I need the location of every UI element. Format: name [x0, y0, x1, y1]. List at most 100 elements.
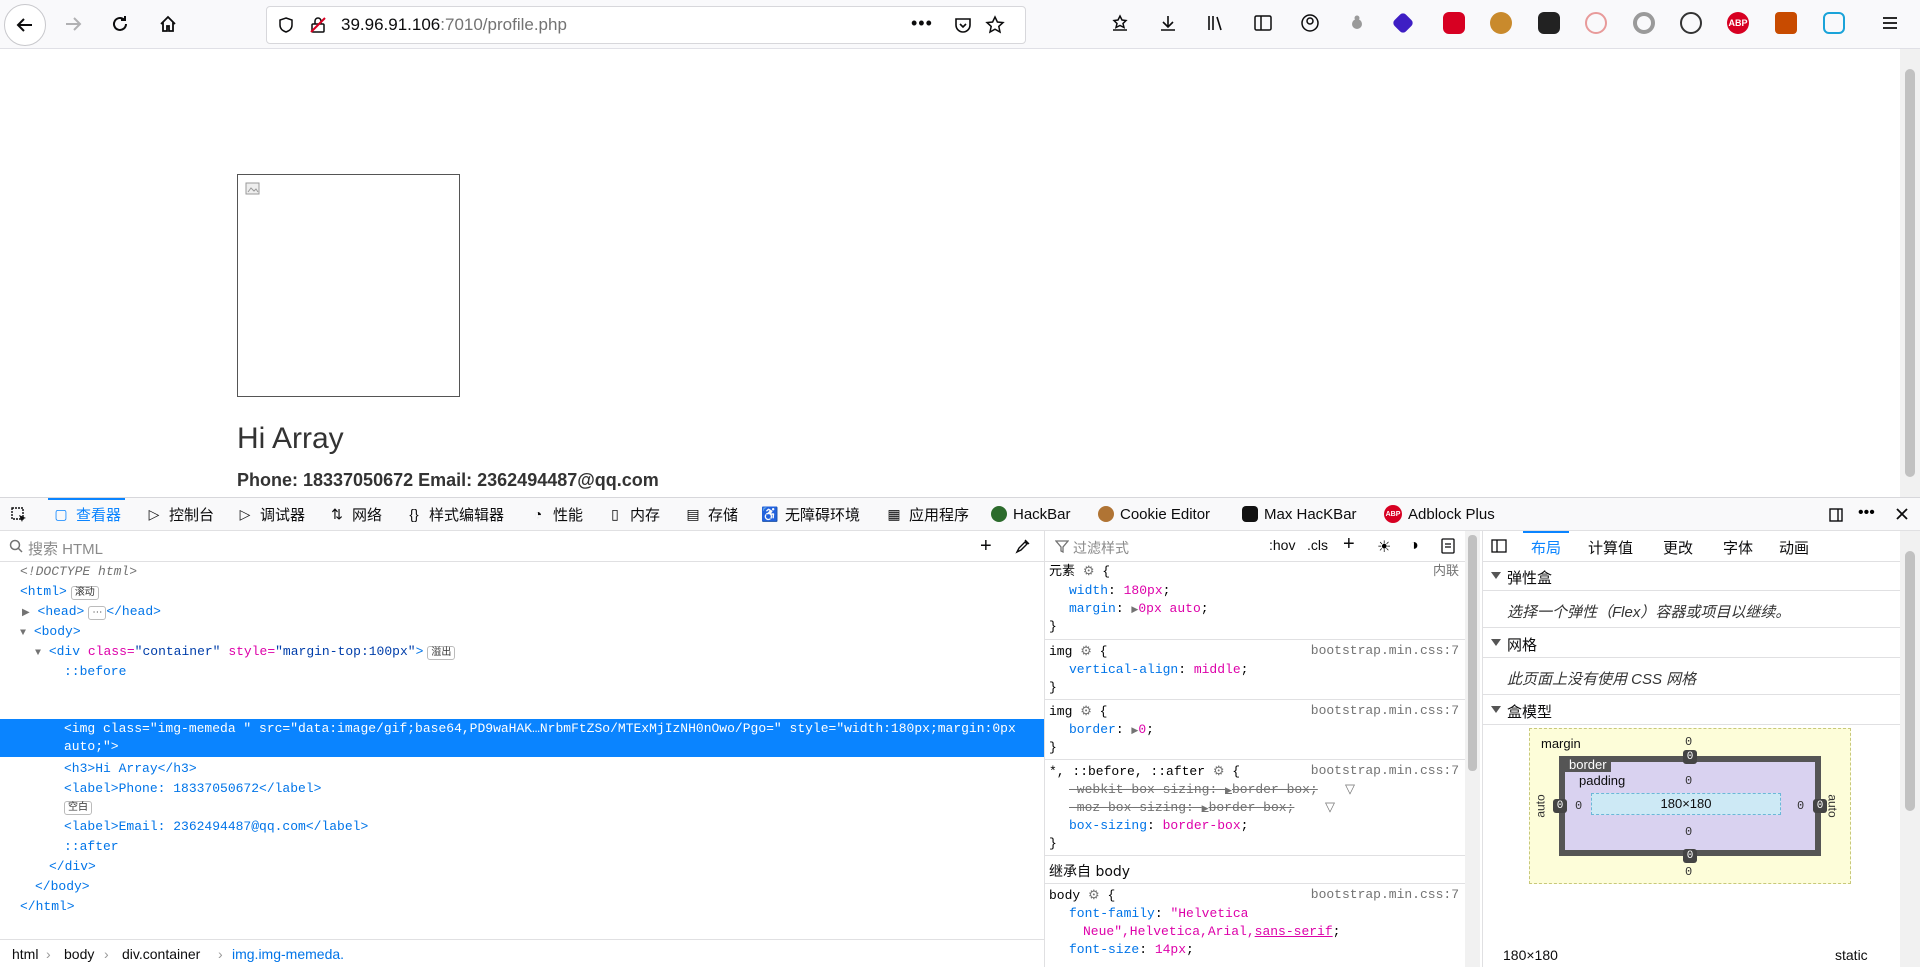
- pick-element-icon[interactable]: [10, 506, 28, 524]
- decl-box-sizing[interactable]: box-sizing: border-box;: [1069, 817, 1248, 835]
- bookmark-star-icon[interactable]: [985, 15, 1005, 35]
- tab-console[interactable]: ▷ 控制台: [145, 498, 214, 530]
- adblock-extension-icon[interactable]: ABP: [1727, 12, 1749, 34]
- download-icon[interactable]: [1158, 13, 1178, 33]
- mask-extension-icon[interactable]: [1538, 12, 1560, 34]
- collapsed-ellipsis-icon[interactable]: ⋯: [88, 606, 107, 620]
- collapse-arrow-icon[interactable]: ▼: [20, 628, 26, 639]
- account-icon[interactable]: [1300, 13, 1320, 33]
- circle-extension-icon[interactable]: [1633, 12, 1655, 34]
- tab-debugger[interactable]: ▷ 调试器: [236, 498, 305, 530]
- margin-bottom-value[interactable]: 0: [1685, 865, 1692, 879]
- library-icon[interactable]: [1206, 13, 1226, 33]
- tab-application[interactable]: ▦ 应用程序: [885, 498, 969, 530]
- tree-label-phone[interactable]: <label>Phone: 18337050672</label>: [64, 779, 321, 799]
- forward-button[interactable]: [55, 6, 91, 42]
- rule-source-link[interactable]: bootstrap.min.css:7: [1311, 703, 1459, 718]
- sidebar-icon[interactable]: [1253, 13, 1273, 33]
- decl-webkit-box-sizing[interactable]: -webkit-box-sizing: ▶border-box;: [1069, 781, 1318, 799]
- margin-right-value[interactable]: auto: [1826, 794, 1840, 817]
- flexbox-section-header[interactable]: 弹性盒: [1483, 562, 1901, 591]
- rules-scrollbar[interactable]: [1465, 531, 1480, 967]
- tab-animations[interactable]: 动画: [1779, 537, 1809, 558]
- html-search-bar[interactable]: 搜索 HTML +: [0, 531, 1044, 562]
- tree-div-close[interactable]: </div>: [49, 857, 96, 877]
- tree-doctype[interactable]: <!DOCTYPE html>: [20, 562, 137, 582]
- tree-after[interactable]: ::after: [64, 837, 119, 857]
- tab-storage[interactable]: ▤ 存储: [684, 498, 738, 530]
- pocket-save-icon[interactable]: [1110, 13, 1130, 33]
- tree-h3[interactable]: <h3>Hi Array</h3>: [64, 759, 197, 779]
- padding-bottom-value[interactable]: 0: [1685, 825, 1692, 839]
- rule-source-link[interactable]: bootstrap.min.css:7: [1311, 643, 1459, 658]
- tree-body[interactable]: ▼ <body>: [20, 622, 81, 642]
- monkey-extension-icon[interactable]: [1490, 12, 1512, 34]
- more-options-icon[interactable]: •••: [1858, 504, 1875, 522]
- scroll-badge[interactable]: 滚动: [70, 586, 99, 600]
- tab-fonts[interactable]: 字体: [1723, 537, 1753, 558]
- breadcrumb-div[interactable]: div.container: [122, 946, 200, 962]
- add-node-icon[interactable]: +: [980, 535, 992, 558]
- close-icon[interactable]: [1894, 506, 1910, 522]
- tree-html-close[interactable]: </html>: [20, 897, 75, 917]
- border-left-value[interactable]: 0: [1553, 799, 1567, 813]
- border-right-value[interactable]: 0: [1813, 799, 1827, 813]
- whitespace-badge[interactable]: 空白: [64, 801, 92, 815]
- padding-right-value[interactable]: 0: [1797, 799, 1804, 813]
- layout-scrollbar-thumb[interactable]: [1905, 551, 1915, 811]
- tree-label-email[interactable]: <label>Email: 2362494487@qq.com</label>: [64, 817, 368, 837]
- cls-toggle[interactable]: .cls: [1307, 537, 1328, 553]
- shield-extension-icon[interactable]: [1443, 12, 1465, 34]
- tab-performance[interactable]: ◔ 性能: [529, 498, 583, 530]
- insecure-lock-icon[interactable]: [309, 16, 327, 34]
- tab-layout[interactable]: 布局: [1531, 537, 1561, 558]
- dock-icon[interactable]: [1828, 506, 1846, 524]
- grid-section-header[interactable]: 网格: [1483, 629, 1901, 658]
- tab-cookie-editor[interactable]: Cookie Editor: [1098, 498, 1210, 530]
- expand-arrow-icon[interactable]: ▶: [22, 608, 30, 619]
- bug-extension-icon[interactable]: [1347, 13, 1367, 33]
- page-actions-icon[interactable]: •••: [911, 13, 933, 34]
- url-text[interactable]: 39.96.91.106:7010/profile.php: [341, 15, 567, 35]
- expand-arrow-icon[interactable]: ▶: [1225, 786, 1232, 796]
- add-rule-icon[interactable]: +: [1343, 533, 1355, 556]
- filter-icon[interactable]: ▽: [1325, 799, 1335, 817]
- decl-border[interactable]: border: ▶0;: [1069, 721, 1154, 739]
- tab-memory[interactable]: ▯ 内存: [606, 498, 660, 530]
- eyedropper-icon[interactable]: [1015, 538, 1031, 554]
- decl-vertical-align[interactable]: vertical-align: middle;: [1069, 661, 1248, 679]
- back-button[interactable]: [4, 4, 46, 46]
- print-media-icon[interactable]: [1441, 538, 1455, 554]
- decl-margin[interactable]: margin: ▶0px auto;: [1069, 600, 1209, 618]
- decl-font-size[interactable]: font-size: 14px;: [1069, 941, 1194, 959]
- menu-icon[interactable]: [1880, 13, 1900, 33]
- prop-value-link[interactable]: sans-serif: [1255, 924, 1333, 939]
- bracket-extension-icon[interactable]: [1823, 12, 1845, 34]
- tree-img-selected[interactable]: <img class="img-memeda " src="data:image…: [0, 719, 1044, 757]
- gear-icon[interactable]: ⚙: [1083, 564, 1095, 579]
- breadcrumb-body[interactable]: body: [64, 946, 94, 962]
- rules-filter-input[interactable]: 过滤样式: [1073, 538, 1129, 558]
- boxmodel-section-header[interactable]: 盒模型: [1483, 696, 1901, 725]
- url-bar[interactable]: 39.96.91.106:7010/profile.php •••: [266, 6, 1026, 44]
- breadcrumb-html[interactable]: html: [12, 946, 38, 962]
- tab-hackbar[interactable]: HackBar: [991, 498, 1071, 530]
- layers-extension-icon[interactable]: [1391, 11, 1415, 35]
- overflow-badge[interactable]: 溢出: [427, 646, 456, 660]
- dark-theme-icon[interactable]: ◑: [1409, 537, 1419, 555]
- tree-whitespace[interactable]: 空白: [60, 797, 92, 817]
- tab-style-editor[interactable]: {} 样式编辑器: [405, 498, 504, 530]
- page-scrollbar[interactable]: [1900, 49, 1920, 497]
- tab-inspector[interactable]: ▢ 查看器: [47, 498, 126, 530]
- toggle-sidebar-icon[interactable]: [1491, 539, 1507, 553]
- filter-icon[interactable]: ▽: [1345, 781, 1355, 799]
- light-theme-icon[interactable]: ☀: [1377, 537, 1391, 557]
- cookie-extension-icon[interactable]: [1680, 12, 1702, 34]
- breadcrumb-img[interactable]: img.img-memeda.: [232, 946, 344, 962]
- boxmodel-content[interactable]: 180×180: [1591, 793, 1781, 815]
- border-top-value[interactable]: 0: [1683, 750, 1697, 764]
- page-scrollbar-thumb[interactable]: [1905, 69, 1915, 477]
- tab-accessibility[interactable]: ♿ 无障碍环境: [761, 498, 860, 530]
- pocket-icon[interactable]: [953, 15, 973, 35]
- layout-scrollbar[interactable]: [1900, 531, 1920, 967]
